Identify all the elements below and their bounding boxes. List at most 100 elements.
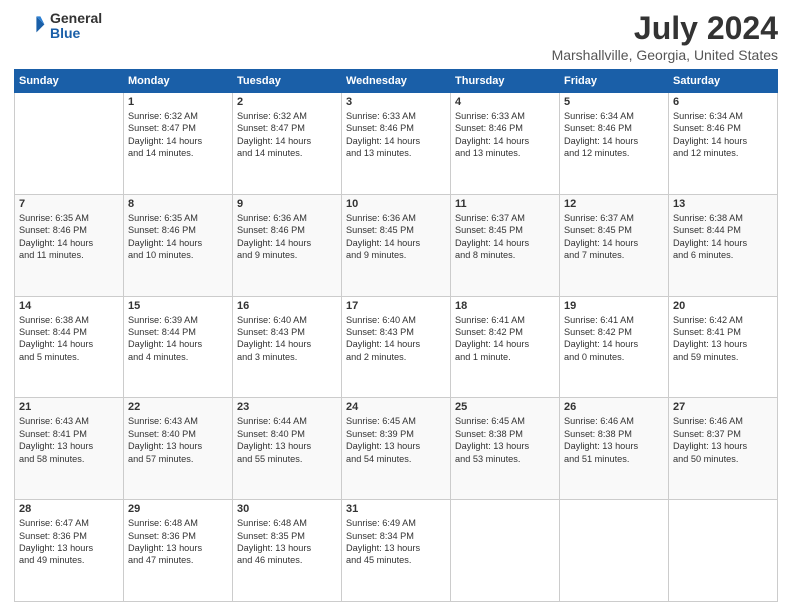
day-info: Sunrise: 6:36 AMSunset: 8:45 PMDaylight:… (346, 212, 446, 262)
day-info: Sunrise: 6:34 AMSunset: 8:46 PMDaylight:… (673, 110, 773, 160)
logo-text: General Blue (50, 11, 102, 42)
calendar-week-row: 14 Sunrise: 6:38 AMSunset: 8:44 PMDayligh… (15, 296, 778, 398)
day-info: Sunrise: 6:49 AMSunset: 8:34 PMDaylight:… (346, 517, 446, 567)
weekday-header: Thursday (451, 70, 560, 93)
day-number: 7 (19, 198, 119, 210)
day-number: 24 (346, 401, 446, 413)
day-info: Sunrise: 6:45 AMSunset: 8:39 PMDaylight:… (346, 415, 446, 465)
day-number: 22 (128, 401, 228, 413)
day-number: 31 (346, 503, 446, 515)
logo-blue: Blue (50, 26, 102, 41)
weekday-header: Monday (124, 70, 233, 93)
day-number: 21 (19, 401, 119, 413)
main-title: July 2024 (552, 10, 778, 47)
calendar-body: 1 Sunrise: 6:32 AMSunset: 8:47 PMDaylight… (15, 93, 778, 602)
day-info: Sunrise: 6:36 AMSunset: 8:46 PMDaylight:… (237, 212, 337, 262)
day-info: Sunrise: 6:33 AMSunset: 8:46 PMDaylight:… (455, 110, 555, 160)
calendar: SundayMondayTuesdayWednesdayThursdayFrid… (14, 69, 778, 602)
day-info: Sunrise: 6:40 AMSunset: 8:43 PMDaylight:… (346, 314, 446, 364)
page: General Blue July 2024 Marshallville, Ge… (0, 0, 792, 612)
day-info: Sunrise: 6:43 AMSunset: 8:41 PMDaylight:… (19, 415, 119, 465)
calendar-cell: 4 Sunrise: 6:33 AMSunset: 8:46 PMDaylight… (451, 93, 560, 195)
day-info: Sunrise: 6:41 AMSunset: 8:42 PMDaylight:… (455, 314, 555, 364)
day-number: 1 (128, 96, 228, 108)
day-number: 11 (455, 198, 555, 210)
title-block: July 2024 Marshallville, Georgia, United… (552, 10, 778, 63)
day-number: 10 (346, 198, 446, 210)
day-number: 15 (128, 300, 228, 312)
day-number: 4 (455, 96, 555, 108)
calendar-cell: 9 Sunrise: 6:36 AMSunset: 8:46 PMDaylight… (233, 194, 342, 296)
day-number: 6 (673, 96, 773, 108)
logo-general: General (50, 11, 102, 26)
weekday-header: Saturday (669, 70, 778, 93)
day-number: 19 (564, 300, 664, 312)
day-info: Sunrise: 6:45 AMSunset: 8:38 PMDaylight:… (455, 415, 555, 465)
calendar-week-row: 7 Sunrise: 6:35 AMSunset: 8:46 PMDaylight… (15, 194, 778, 296)
day-info: Sunrise: 6:48 AMSunset: 8:35 PMDaylight:… (237, 517, 337, 567)
day-info: Sunrise: 6:38 AMSunset: 8:44 PMDaylight:… (19, 314, 119, 364)
day-number: 14 (19, 300, 119, 312)
day-number: 23 (237, 401, 337, 413)
calendar-week-row: 21 Sunrise: 6:43 AMSunset: 8:41 PMDayligh… (15, 398, 778, 500)
calendar-cell: 27 Sunrise: 6:46 AMSunset: 8:37 PMDayligh… (669, 398, 778, 500)
day-number: 18 (455, 300, 555, 312)
calendar-cell (560, 500, 669, 602)
calendar-cell: 17 Sunrise: 6:40 AMSunset: 8:43 PMDayligh… (342, 296, 451, 398)
day-info: Sunrise: 6:41 AMSunset: 8:42 PMDaylight:… (564, 314, 664, 364)
day-info: Sunrise: 6:37 AMSunset: 8:45 PMDaylight:… (564, 212, 664, 262)
day-info: Sunrise: 6:42 AMSunset: 8:41 PMDaylight:… (673, 314, 773, 364)
day-number: 26 (564, 401, 664, 413)
day-info: Sunrise: 6:47 AMSunset: 8:36 PMDaylight:… (19, 517, 119, 567)
calendar-cell: 21 Sunrise: 6:43 AMSunset: 8:41 PMDayligh… (15, 398, 124, 500)
day-info: Sunrise: 6:35 AMSunset: 8:46 PMDaylight:… (19, 212, 119, 262)
day-info: Sunrise: 6:46 AMSunset: 8:37 PMDaylight:… (673, 415, 773, 465)
calendar-cell: 22 Sunrise: 6:43 AMSunset: 8:40 PMDayligh… (124, 398, 233, 500)
day-info: Sunrise: 6:43 AMSunset: 8:40 PMDaylight:… (128, 415, 228, 465)
header: General Blue July 2024 Marshallville, Ge… (14, 10, 778, 63)
day-info: Sunrise: 6:37 AMSunset: 8:45 PMDaylight:… (455, 212, 555, 262)
calendar-cell (451, 500, 560, 602)
weekday-header: Tuesday (233, 70, 342, 93)
day-info: Sunrise: 6:44 AMSunset: 8:40 PMDaylight:… (237, 415, 337, 465)
day-number: 27 (673, 401, 773, 413)
day-number: 8 (128, 198, 228, 210)
calendar-cell: 31 Sunrise: 6:49 AMSunset: 8:34 PMDayligh… (342, 500, 451, 602)
calendar-cell: 20 Sunrise: 6:42 AMSunset: 8:41 PMDayligh… (669, 296, 778, 398)
calendar-cell: 16 Sunrise: 6:40 AMSunset: 8:43 PMDayligh… (233, 296, 342, 398)
calendar-cell: 12 Sunrise: 6:37 AMSunset: 8:45 PMDayligh… (560, 194, 669, 296)
day-number: 28 (19, 503, 119, 515)
subtitle: Marshallville, Georgia, United States (552, 47, 778, 63)
calendar-cell: 14 Sunrise: 6:38 AMSunset: 8:44 PMDayligh… (15, 296, 124, 398)
calendar-cell: 24 Sunrise: 6:45 AMSunset: 8:39 PMDayligh… (342, 398, 451, 500)
day-number: 17 (346, 300, 446, 312)
day-number: 9 (237, 198, 337, 210)
day-info: Sunrise: 6:35 AMSunset: 8:46 PMDaylight:… (128, 212, 228, 262)
calendar-cell: 5Sunrise: 6:34 AMSunset: 8:46 PMDaylight… (560, 93, 669, 195)
day-number: 20 (673, 300, 773, 312)
calendar-cell: 26Sunrise: 6:46 AMSunset: 8:38 PMDayligh… (560, 398, 669, 500)
calendar-cell (669, 500, 778, 602)
day-info: Sunrise: 6:38 AMSunset: 8:44 PMDaylight:… (673, 212, 773, 262)
day-number: 12 (564, 198, 664, 210)
day-number: 30 (237, 503, 337, 515)
calendar-cell: 10 Sunrise: 6:36 AMSunset: 8:45 PMDayligh… (342, 194, 451, 296)
calendar-cell: 30 Sunrise: 6:48 AMSunset: 8:35 PMDayligh… (233, 500, 342, 602)
calendar-cell: 8 Sunrise: 6:35 AMSunset: 8:46 PMDaylight… (124, 194, 233, 296)
weekday-header: Friday (560, 70, 669, 93)
weekday-header: Sunday (15, 70, 124, 93)
calendar-cell: 1Sunrise: 6:32 AMSunset: 8:47 PMDaylight… (124, 93, 233, 195)
weekday-header: Wednesday (342, 70, 451, 93)
day-info: Sunrise: 6:32 AMSunset: 8:47 PMDaylight:… (237, 110, 337, 160)
day-number: 25 (455, 401, 555, 413)
day-number: 16 (237, 300, 337, 312)
day-info: Sunrise: 6:34 AMSunset: 8:46 PMDaylight:… (564, 110, 664, 160)
day-number: 2 (237, 96, 337, 108)
day-number: 29 (128, 503, 228, 515)
weekday-header-row: SundayMondayTuesdayWednesdayThursdayFrid… (15, 70, 778, 93)
calendar-cell: 6 Sunrise: 6:34 AMSunset: 8:46 PMDaylight… (669, 93, 778, 195)
calendar-cell (15, 93, 124, 195)
calendar-cell: 29Sunrise: 6:48 AMSunset: 8:36 PMDayligh… (124, 500, 233, 602)
day-number: 13 (673, 198, 773, 210)
day-info: Sunrise: 6:40 AMSunset: 8:43 PMDaylight:… (237, 314, 337, 364)
